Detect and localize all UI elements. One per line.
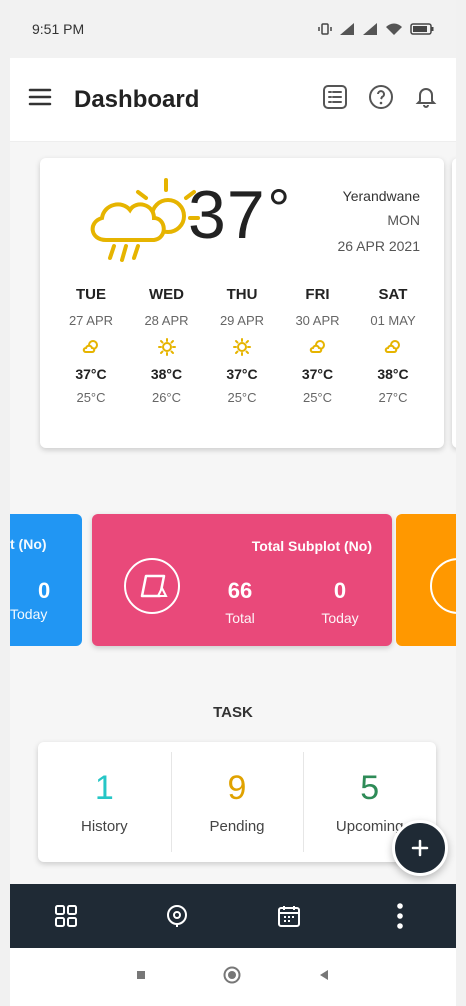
forecast-item: FRI 30 APR 37°C 25°C <box>283 286 353 405</box>
task-pending[interactable]: 9 Pending <box>170 742 304 862</box>
weather-location: Yerandwane <box>342 188 420 204</box>
phone-screen: 9:51 PM Dashboard 37° Yerandwane MON 26 … <box>0 0 466 1006</box>
sun-icon <box>132 338 202 356</box>
menu-icon[interactable] <box>28 87 52 112</box>
weather-card[interactable]: 37° Yerandwane MON 26 APR 2021 TUE 27 AP… <box>40 158 444 448</box>
rain-sun-icon <box>90 178 200 262</box>
help-icon[interactable] <box>368 84 394 115</box>
signal-icon <box>339 22 355 36</box>
stat-card-title: Total Subplot (No) <box>251 538 372 554</box>
list-icon[interactable] <box>322 84 348 115</box>
status-icons <box>318 22 434 36</box>
stats-carousel[interactable]: t (No) 0 Today Total Subplot (No) 66 Tot… <box>10 514 456 650</box>
back-button[interactable] <box>317 968 331 987</box>
current-temperature: 37° <box>188 177 292 253</box>
stat-card-previous[interactable]: t (No) 0 Today <box>10 514 82 646</box>
subplot-total: 66 Total <box>225 578 255 626</box>
add-button[interactable] <box>392 820 448 876</box>
page-title: Dashboard <box>74 85 200 113</box>
signal-icon <box>362 22 378 36</box>
status-time: 9:51 PM <box>32 21 85 37</box>
calendar-icon <box>277 906 300 927</box>
app-bar: Dashboard <box>10 58 456 142</box>
home-button[interactable] <box>223 966 241 989</box>
forecast-item: TUE 27 APR 37°C 25°C <box>56 286 126 405</box>
grid-icon <box>54 905 77 927</box>
task-summary-card: 1 History 9 Pending 5 Upcoming <box>38 742 436 862</box>
status-bar: 9:51 PM <box>10 0 456 58</box>
forecast-row: TUE 27 APR 37°C 25°C WED 28 APR 38°C 26°… <box>56 286 428 405</box>
task-history[interactable]: 1 History <box>38 742 171 862</box>
nav-location[interactable] <box>151 894 203 938</box>
dashboard-content: 37° Yerandwane MON 26 APR 2021 TUE 27 AP… <box>10 142 456 884</box>
plus-icon <box>411 839 429 857</box>
cloud-sun-icon <box>283 338 353 356</box>
battery-icon <box>410 22 434 36</box>
weather-date: 26 APR 2021 <box>337 238 420 254</box>
cloud-sun-icon <box>56 338 126 356</box>
stat-card-subplot[interactable]: Total Subplot (No) 66 Total 0 Today <box>92 514 392 646</box>
stat-card-next[interactable] <box>396 514 456 646</box>
nav-more[interactable] <box>374 894 426 938</box>
task-section-title: TASK <box>213 704 253 721</box>
bell-icon[interactable] <box>414 84 438 115</box>
subplot-today: 0 Today <box>321 578 359 626</box>
sun-icon <box>207 338 277 356</box>
weather-day: MON <box>387 212 420 228</box>
system-navigation <box>10 948 456 1006</box>
next-weather-card[interactable] <box>452 158 456 448</box>
recent-apps-button[interactable] <box>135 968 147 986</box>
forecast-item: WED 28 APR 38°C 26°C <box>132 286 202 405</box>
nav-dashboard[interactable] <box>40 894 92 938</box>
square-icon <box>137 971 145 979</box>
vibrate-icon <box>318 22 332 36</box>
more-vertical-icon <box>397 903 404 929</box>
wifi-icon <box>385 22 403 36</box>
circle-icon <box>223 966 241 983</box>
location-pin-icon <box>167 905 188 927</box>
bottom-navigation <box>10 884 456 948</box>
forecast-item: SAT 01 MAY 38°C 27°C <box>358 286 428 405</box>
cloud-sun-icon <box>358 338 428 356</box>
subplot-icon <box>124 558 180 614</box>
weather-current: 37° Yerandwane MON 26 APR 2021 <box>60 176 430 276</box>
back-triangle-icon <box>320 969 328 980</box>
forecast-item: THU 29 APR 37°C 25°C <box>207 286 277 405</box>
nav-calendar[interactable] <box>263 894 315 938</box>
user-icon <box>430 558 456 614</box>
